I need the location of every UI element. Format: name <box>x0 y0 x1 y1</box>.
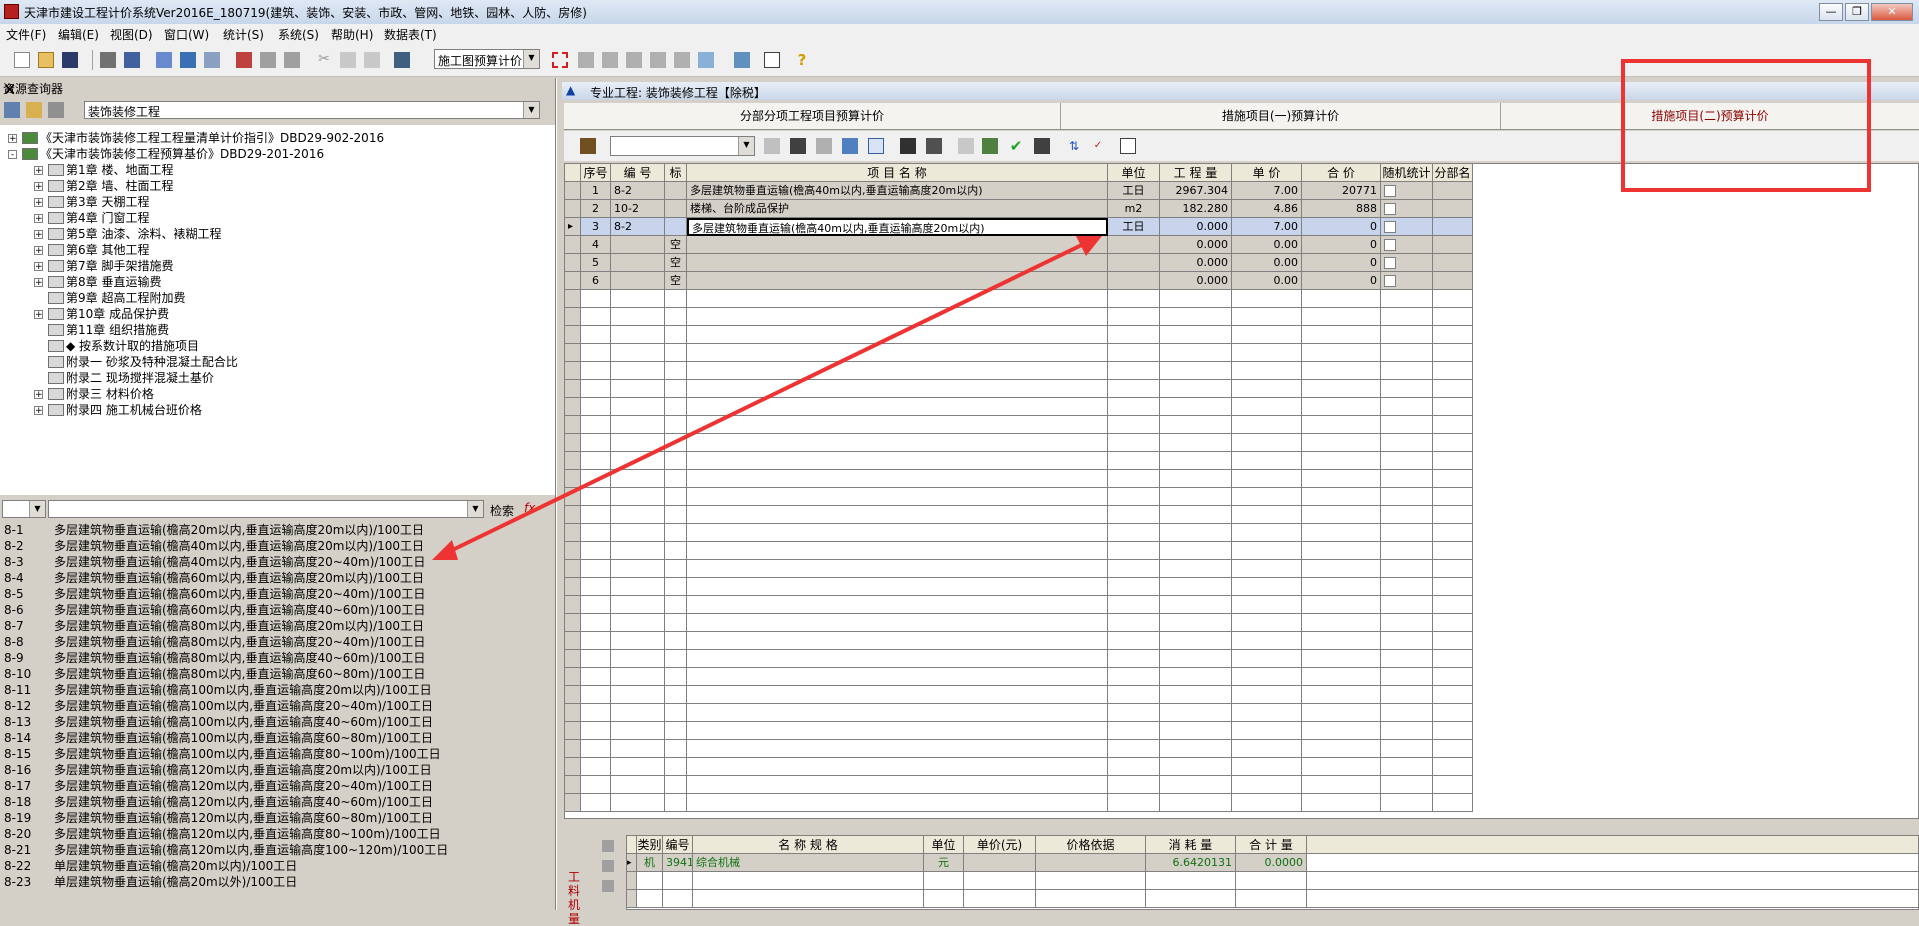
annotation-arrows <box>432 236 1102 560</box>
annotation-arrow-line <box>439 238 1093 558</box>
annotation-arrowhead <box>432 540 458 560</box>
